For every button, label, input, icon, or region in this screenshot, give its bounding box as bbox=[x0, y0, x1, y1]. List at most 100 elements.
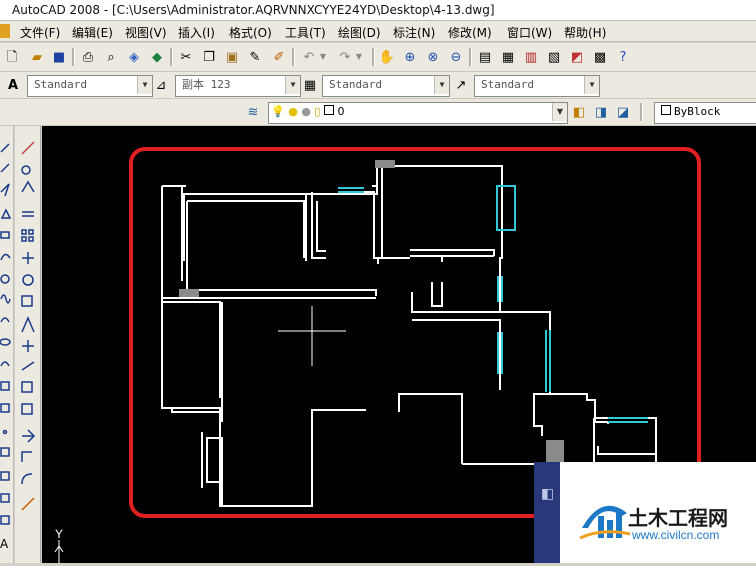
menu-draw[interactable]: 绘图(D) bbox=[338, 24, 381, 41]
block-editor-icon[interactable]: ✐ bbox=[270, 48, 288, 66]
cut-icon[interactable]: ✂ bbox=[177, 48, 195, 66]
region-icon bbox=[0, 493, 10, 503]
chevron-down-icon[interactable]: ▼ bbox=[137, 76, 152, 94]
gradient-icon bbox=[0, 471, 10, 481]
copy-icon[interactable]: ❐ bbox=[200, 48, 218, 66]
preview-icon[interactable]: ⌕ bbox=[102, 48, 120, 66]
chevron-down-icon[interactable]: ▼ bbox=[584, 76, 599, 94]
lock-icon[interactable]: ▯ bbox=[314, 105, 320, 118]
dim-style-value: 副本 123 bbox=[182, 78, 231, 91]
table-style-icon[interactable]: ▦ bbox=[301, 76, 319, 94]
chevron-down-icon[interactable]: ▼ bbox=[434, 76, 449, 94]
tool-palettes-icon[interactable]: ▥ bbox=[522, 48, 540, 66]
menu-window[interactable]: 窗口(W) bbox=[507, 24, 552, 41]
standard-toolbar: 🗋 ▰ ■ ⎙ ⌕ ◈ ◆ ✂ ❐ ▣ ✎ ✐ ↶ ▼ ↷ ▼ ✋ ⊕ ⊗ ⊖ … bbox=[0, 43, 756, 72]
table-style-combo[interactable]: Standard ▼ bbox=[322, 75, 450, 97]
dim-style-combo[interactable]: 副本 123 ▼ bbox=[175, 75, 301, 97]
text-style-icon[interactable]: A bbox=[4, 76, 22, 94]
window-openings bbox=[338, 185, 648, 423]
menu-format[interactable]: 格式(O) bbox=[229, 24, 272, 41]
watermark-url: www.civilcn.com bbox=[632, 528, 720, 542]
sun-icon[interactable]: ● bbox=[288, 105, 298, 118]
ucs-y-label: Y bbox=[55, 527, 63, 541]
circle-icon bbox=[0, 274, 10, 284]
table-icon bbox=[0, 515, 10, 525]
erase-icon bbox=[21, 141, 35, 155]
sheet-set-icon[interactable]: ▧ bbox=[545, 48, 563, 66]
text-style-combo[interactable]: Standard ▼ bbox=[27, 75, 153, 97]
layer-combo[interactable]: 💡 ● ● ▯ 0 ▼ bbox=[268, 102, 568, 124]
freeze-icon[interactable]: ● bbox=[301, 105, 311, 118]
break-at-point-icon bbox=[21, 381, 33, 393]
extend-icon bbox=[21, 361, 35, 371]
multileader-style-icon[interactable]: ↗ bbox=[452, 76, 470, 94]
trim-icon bbox=[22, 340, 34, 352]
current-layer-value: 0 bbox=[337, 105, 345, 118]
point-icon bbox=[2, 429, 8, 435]
wall-lines bbox=[161, 165, 657, 507]
match-properties-icon[interactable]: ✎ bbox=[246, 48, 264, 66]
zoom-previous-icon[interactable]: ⊖ bbox=[447, 48, 465, 66]
spline-icon bbox=[0, 317, 10, 323]
undo-dropdown-icon[interactable]: ▼ bbox=[314, 48, 332, 66]
join-icon bbox=[22, 429, 36, 443]
fillet-icon bbox=[21, 473, 33, 485]
menu-bar: 文件(F) 编辑(E) 视图(V) 插入(I) 格式(O) 工具(T) 绘图(D… bbox=[0, 21, 756, 42]
civilcn-logo-icon bbox=[579, 505, 631, 540]
menu-insert[interactable]: 插入(I) bbox=[178, 24, 215, 41]
menu-modify[interactable]: 修改(M) bbox=[448, 24, 492, 41]
menu-edit[interactable]: 编辑(E) bbox=[72, 24, 113, 41]
chevron-down-icon[interactable]: ▼ bbox=[285, 76, 300, 94]
crosshair-cursor bbox=[278, 306, 346, 366]
polygon-icon bbox=[0, 208, 12, 219]
menu-file[interactable]: 文件(F) bbox=[20, 24, 60, 41]
watermark-logo: 土木工程网 www.civilcn.com bbox=[560, 462, 756, 563]
layer-properties-icon[interactable]: ≋ bbox=[244, 103, 262, 121]
publish-icon[interactable]: ◈ bbox=[125, 48, 143, 66]
color-combo[interactable]: ByBlock bbox=[654, 102, 756, 124]
table-style-value: Standard bbox=[329, 78, 382, 91]
mtext-icon: A bbox=[0, 537, 9, 551]
new-icon[interactable]: 🗋 bbox=[3, 48, 21, 66]
side-toolbar-icons: A bbox=[0, 141, 36, 551]
color-swatch bbox=[661, 105, 671, 115]
app-menu-icon[interactable] bbox=[0, 24, 10, 38]
break-icon bbox=[21, 403, 33, 415]
open-icon[interactable]: ▰ bbox=[28, 48, 46, 66]
multileader-style-combo[interactable]: Standard ▼ bbox=[474, 75, 600, 97]
menu-view[interactable]: 视图(V) bbox=[125, 24, 167, 41]
plot-icon[interactable]: ◆ bbox=[148, 48, 166, 66]
calculator-icon[interactable]: ▩ bbox=[591, 48, 609, 66]
dim-style-icon[interactable]: ⊿ bbox=[152, 76, 170, 94]
lightbulb-icon[interactable]: 💡 bbox=[271, 105, 285, 118]
line-icon bbox=[0, 143, 10, 153]
panel-glyph: ◧ bbox=[541, 486, 555, 502]
layer-previous-icon[interactable]: ◨ bbox=[592, 103, 610, 121]
offset-icon bbox=[22, 211, 34, 217]
array-icon bbox=[21, 229, 27, 235]
print-icon[interactable]: ⎙ bbox=[79, 48, 97, 66]
redo-dropdown-icon[interactable]: ▼ bbox=[350, 48, 368, 66]
make-current-icon[interactable]: ◧ bbox=[570, 103, 588, 121]
properties-icon[interactable]: ▤ bbox=[476, 48, 494, 66]
rotate-icon bbox=[22, 274, 34, 286]
insert-block-icon bbox=[0, 381, 10, 391]
zoom-window-icon[interactable]: ⊗ bbox=[424, 48, 442, 66]
layer-states-icon[interactable]: ◪ bbox=[614, 103, 632, 121]
chevron-down-icon[interactable]: ▼ bbox=[552, 103, 567, 121]
help-icon[interactable]: ? bbox=[614, 48, 632, 66]
design-center-icon[interactable]: ▦ bbox=[499, 48, 517, 66]
watermark-side-panel: ◧ bbox=[534, 462, 560, 563]
markup-icon[interactable]: ◩ bbox=[568, 48, 586, 66]
paste-icon[interactable]: ▣ bbox=[223, 48, 241, 66]
styles-toolbar: A Standard ▼ ⊿ 副本 123 ▼ ▦ Standard ▼ ↗ Stan… bbox=[0, 72, 756, 99]
title-bar: AutoCAD 2008 - [C:\Users\Administrator.A… bbox=[0, 0, 756, 21]
rectangle-icon bbox=[0, 231, 10, 239]
pan-icon[interactable]: ✋ bbox=[378, 48, 396, 66]
zoom-realtime-icon[interactable]: ⊕ bbox=[401, 48, 419, 66]
menu-dimension[interactable]: 标注(N) bbox=[393, 24, 435, 41]
menu-tools[interactable]: 工具(T) bbox=[285, 24, 326, 41]
menu-help[interactable]: 帮助(H) bbox=[564, 24, 606, 41]
highlight-frame bbox=[129, 147, 701, 518]
save-icon[interactable]: ■ bbox=[50, 48, 68, 66]
